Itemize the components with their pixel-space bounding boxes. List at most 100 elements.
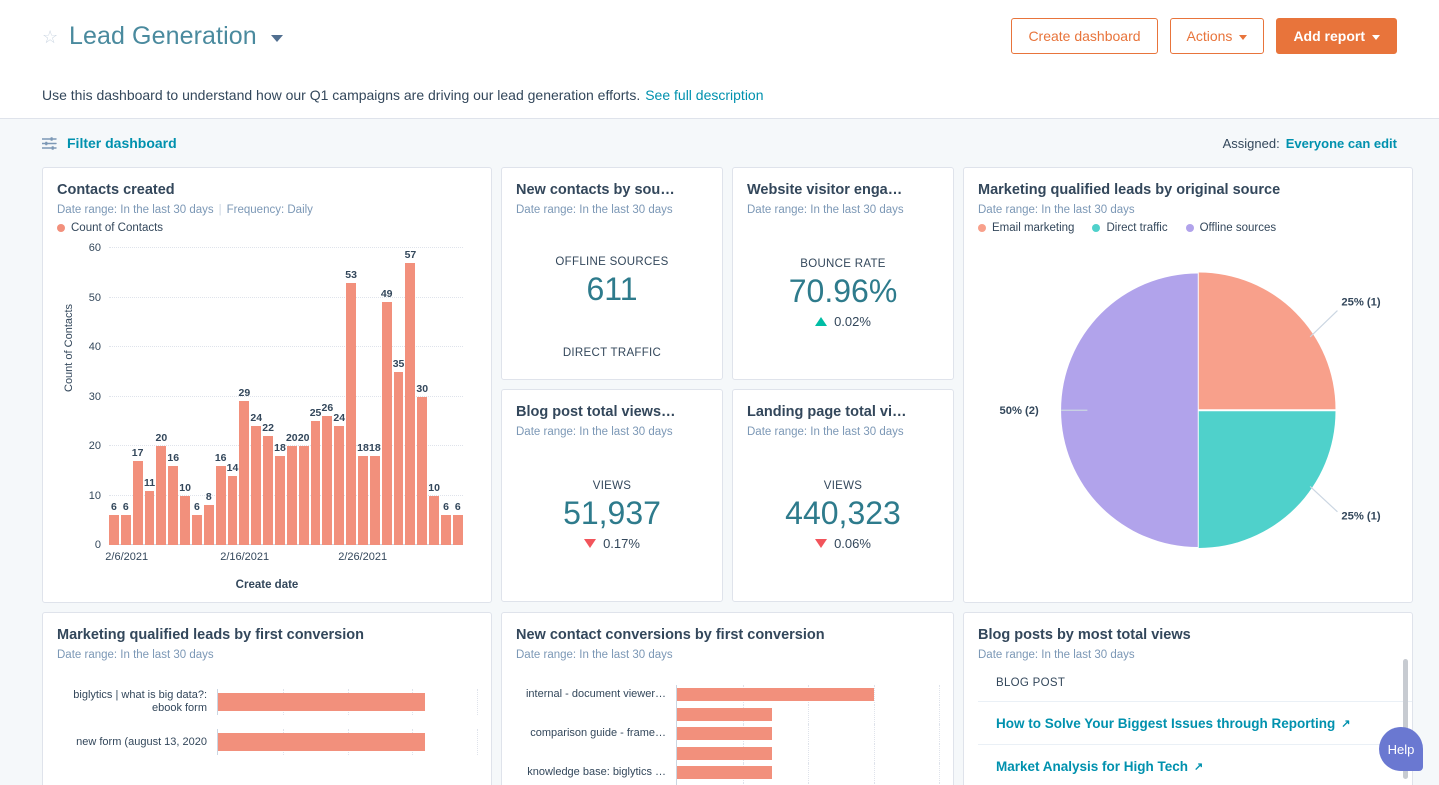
bar[interactable] [180,495,191,545]
hbar-fill[interactable] [677,746,772,760]
card-contacts-created[interactable]: Contacts created Date range: In the last… [42,167,492,603]
bar-column[interactable]: 14 [227,248,238,545]
card-landing-page-total-views[interactable]: Landing page total vi… Date range: In th… [732,389,954,602]
bar[interactable] [405,262,416,545]
table-row[interactable]: Market Analysis for High Tech ↗ [978,745,1412,785]
bar-column[interactable]: 53 [345,248,357,545]
bar[interactable] [369,455,380,545]
bar-column[interactable]: 20 [298,248,310,545]
dashboard-title-group[interactable]: ☆ Lead Generation [42,22,283,51]
bar[interactable] [215,465,226,545]
bar-column[interactable]: 6 [441,248,451,545]
bar-column[interactable]: 26 [322,248,333,545]
bar-column[interactable]: 25 [310,248,321,545]
bar[interactable] [322,416,333,545]
bar-column[interactable]: 49 [381,248,393,545]
bar-column[interactable]: 11 [144,248,155,545]
bar-column[interactable]: 16 [215,248,227,545]
hbar-fill[interactable] [677,766,772,779]
legend-item[interactable]: Email marketing [978,222,1074,234]
bar-column[interactable]: 18 [369,248,381,545]
hbar-fill[interactable] [677,727,772,740]
bar[interactable] [334,426,345,545]
bar[interactable] [452,515,463,545]
bar[interactable] [381,302,392,545]
bar[interactable] [393,371,404,545]
blog-post-link[interactable]: Market Analysis for High Tech ↗ [996,759,1203,774]
bar[interactable] [251,426,262,545]
card-website-visitor-engagement[interactable]: Website visitor enga… Date range: In the… [732,167,954,380]
bar-column[interactable]: 22 [262,248,274,545]
bar[interactable] [286,446,297,545]
bar-column[interactable]: 10 [428,248,440,545]
bar[interactable] [109,515,119,545]
bar[interactable] [298,446,309,545]
star-outline-icon[interactable]: ☆ [42,28,59,46]
see-full-description-link[interactable]: See full description [645,87,763,103]
card-mql-by-original-source[interactable]: Marketing qualified leads by original so… [963,167,1413,603]
bar-column[interactable]: 8 [203,248,214,545]
bar-column[interactable]: 6 [452,248,463,545]
bar[interactable] [263,436,274,545]
external-link-icon: ↗ [1194,761,1204,773]
table-row[interactable]: How to Solve Your Biggest Issues through… [978,702,1412,745]
bar-column[interactable]: 20 [156,248,167,545]
legend-item[interactable]: Count of Contacts [57,222,163,234]
card-mql-by-first-conversion[interactable]: Marketing qualified leads by first conve… [42,612,492,785]
bar-column[interactable]: 18 [357,248,369,545]
legend-item[interactable]: Offline sources [1185,222,1276,234]
filter-dashboard-button[interactable]: Filter dashboard [42,135,177,151]
bar-column[interactable]: 16 [167,248,179,545]
actions-button[interactable]: Actions [1169,18,1265,54]
bar[interactable] [417,396,428,545]
chevron-down-icon[interactable] [270,35,283,42]
bar-column[interactable]: 29 [239,248,250,545]
bar-column[interactable]: 30 [416,248,428,545]
bar-column[interactable]: 6 [120,248,131,545]
bar-column[interactable]: 24 [250,248,262,545]
bar[interactable] [441,515,451,545]
hbar-fill[interactable] [677,688,874,701]
blog-post-link[interactable]: How to Solve Your Biggest Issues through… [996,716,1351,731]
hbar-fill[interactable] [218,693,426,711]
bar[interactable] [168,465,179,545]
pie-leader-line [1309,485,1338,513]
card-new-contacts-by-source[interactable]: New contacts by sou… Date range: In the … [501,167,723,380]
help-button[interactable]: Help [1379,727,1423,771]
bar-column[interactable]: 6 [109,248,119,545]
bar[interactable] [227,475,238,545]
bar-column[interactable]: 17 [132,248,143,545]
date-range-text: Date range: In the last 30 days [57,649,214,661]
bar-column[interactable]: 18 [274,248,286,545]
x-axis-title: Create date [235,579,299,591]
bar-column[interactable]: 24 [333,248,345,545]
card-blog-post-total-views[interactable]: Blog post total views… Date range: In th… [501,389,723,602]
bar[interactable] [144,490,155,545]
pie-slice-email-marketing[interactable] [1198,272,1336,410]
bar-column[interactable]: 35 [393,248,404,545]
bar-column[interactable]: 20 [286,248,298,545]
bar[interactable] [310,421,321,545]
add-report-button[interactable]: Add report [1276,18,1397,54]
pie-slice-direct-traffic[interactable] [1198,411,1336,548]
bar[interactable] [203,505,214,545]
bar[interactable] [156,446,167,545]
bar[interactable] [239,401,250,545]
bar[interactable] [120,515,131,545]
legend-item[interactable]: Direct traffic [1092,222,1168,234]
bar-column[interactable]: 57 [405,248,416,545]
bar-column[interactable]: 10 [179,248,191,545]
bar[interactable] [358,455,368,545]
hbar-fill[interactable] [677,707,772,721]
bar[interactable] [429,495,440,545]
card-blog-posts-by-views[interactable]: Blog posts by most total views Date rang… [963,612,1413,785]
create-dashboard-button[interactable]: Create dashboard [1011,18,1158,54]
bar[interactable] [132,460,143,545]
bar[interactable] [192,515,202,545]
bar[interactable] [346,282,357,545]
card-new-contact-conversions[interactable]: New contact conversions by first convers… [501,612,954,785]
bar-column[interactable]: 6 [192,248,202,545]
hbar-fill[interactable] [218,733,426,751]
assigned-value-link[interactable]: Everyone can edit [1286,136,1397,151]
bar[interactable] [275,455,285,545]
